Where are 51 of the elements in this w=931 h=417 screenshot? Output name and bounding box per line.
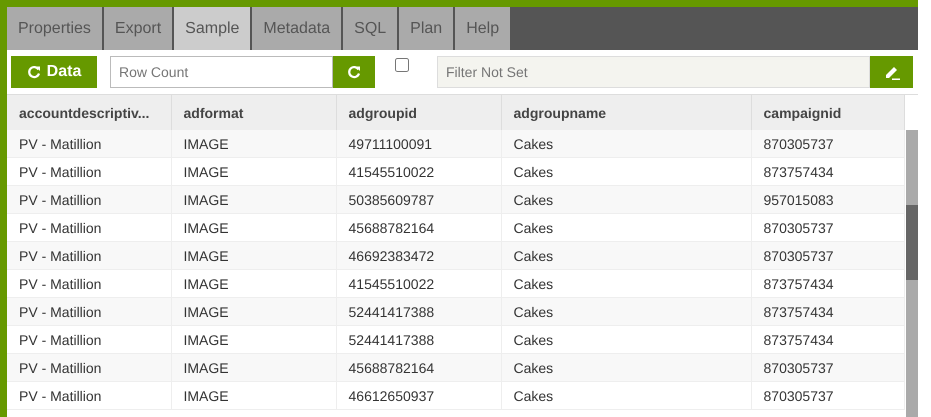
column-header[interactable]: accountdescriptiv... — [7, 95, 171, 130]
table-cell: 46612650937 — [336, 382, 501, 410]
tab[interactable]: Export — [104, 7, 172, 50]
table-cell: PV - Matillion — [7, 186, 171, 214]
table-cell: IMAGE — [171, 382, 336, 410]
table-cell: 870305737 — [751, 242, 904, 270]
tab[interactable]: Help — [455, 7, 510, 50]
table-cell: IMAGE — [171, 354, 336, 382]
table-cell: 46692383472 — [336, 242, 501, 270]
tab[interactable]: Properties — [7, 7, 102, 50]
table-cell: PV - Matillion — [7, 354, 171, 382]
column-header[interactable]: adgroupname — [501, 95, 751, 130]
refresh-icon — [347, 65, 361, 79]
table-cell: PV - Matillion — [7, 242, 171, 270]
column-header[interactable]: adgroupid — [336, 95, 501, 130]
table-cell: Cakes — [501, 382, 751, 410]
tab[interactable]: Plan — [399, 7, 454, 50]
column-header[interactable]: campaignid — [751, 95, 904, 130]
refresh-button[interactable] — [333, 56, 375, 88]
data-button[interactable]: Data — [11, 56, 97, 88]
table-cell: Cakes — [501, 186, 751, 214]
filter-field[interactable]: Filter Not Set — [437, 56, 870, 88]
edit-filter-button[interactable] — [870, 56, 913, 88]
table-cell: 50385609787 — [336, 186, 501, 214]
table-cell: PV - Matillion — [7, 382, 171, 410]
checkbox[interactable] — [395, 58, 409, 72]
table-cell: PV - Matillion — [7, 130, 171, 158]
table-cell: Cakes — [501, 298, 751, 326]
tab[interactable]: Metadata — [252, 7, 342, 50]
table-cell: Cakes — [501, 354, 751, 382]
table-cell: 870305737 — [751, 382, 904, 410]
column-header[interactable]: adformat — [171, 95, 336, 130]
tab[interactable]: Sample — [174, 7, 250, 50]
table-cell: 873757434 — [751, 298, 904, 326]
table-cell: 52441417388 — [336, 298, 501, 326]
table-cell: IMAGE — [171, 130, 336, 158]
table-cell: PV - Matillion — [7, 298, 171, 326]
table-cell: 957015083 — [751, 186, 904, 214]
refresh-icon — [26, 65, 41, 79]
tab[interactable]: SQL — [343, 7, 398, 50]
table-cell: IMAGE — [171, 242, 336, 270]
table-cell: 870305737 — [751, 354, 904, 382]
table-cell: 870305737 — [751, 130, 904, 158]
table-cell: IMAGE — [171, 186, 336, 214]
table-cell: Cakes — [501, 130, 751, 158]
table-cell: Cakes — [501, 242, 751, 270]
table-cell: 45688782164 — [336, 354, 501, 382]
table-cell: 49711100091 — [336, 130, 501, 158]
table-cell: IMAGE — [171, 298, 336, 326]
scrollbar[interactable] — [906, 130, 918, 417]
row-count-field[interactable]: Row Count — [110, 56, 333, 88]
